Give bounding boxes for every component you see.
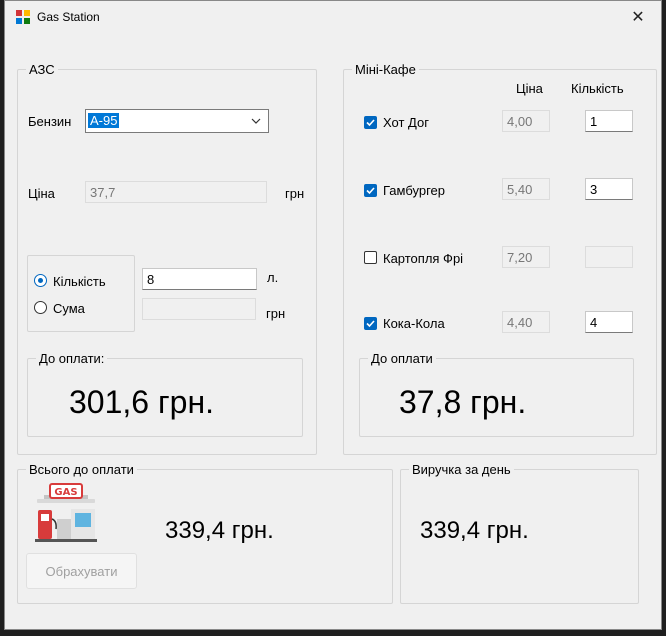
app-icon — [16, 10, 30, 24]
qty-input[interactable]: 8 — [142, 268, 257, 290]
window-title: Gas Station — [37, 10, 100, 24]
gas-station-icon: GAS — [35, 483, 97, 542]
fuel-select[interactable]: А-95 — [85, 109, 269, 133]
azs-pay-legend: До оплати: — [36, 351, 108, 366]
fries-label[interactable]: Картопля Фрі — [383, 251, 463, 266]
chevron-down-icon — [251, 118, 261, 124]
sum-radio[interactable] — [34, 301, 47, 314]
fries-checkbox[interactable] — [364, 251, 377, 264]
check-icon — [366, 187, 375, 195]
fries-qty — [585, 246, 633, 268]
app-window: Gas Station ✕ АЗС Бензин А-95 Ціна 37,7 … — [4, 0, 662, 630]
total-value: 339,4 грн. — [165, 517, 274, 544]
check-icon — [366, 320, 375, 328]
total-legend: Всього до оплати — [26, 462, 137, 477]
cola-label[interactable]: Кока-Кола — [383, 316, 445, 331]
mode-group — [27, 255, 135, 332]
fuel-label: Бензин — [28, 114, 72, 129]
gas-sign-text: GAS — [54, 487, 77, 498]
hotdog-price: 4,00 — [502, 110, 550, 132]
close-button[interactable]: ✕ — [615, 1, 661, 33]
calculate-button-label: Обрахувати — [45, 563, 118, 579]
cafe-pay-legend: До оплати — [368, 351, 436, 366]
azs-pay-value: 301,6 грн. — [69, 384, 214, 420]
price-label: Ціна — [28, 186, 55, 201]
hotdog-checkbox[interactable] — [364, 116, 377, 129]
title-bar: Gas Station ✕ — [5, 1, 661, 33]
cola-qty[interactable]: 4 — [585, 311, 633, 333]
sum-input — [142, 298, 256, 320]
cola-price: 4,40 — [502, 311, 550, 333]
hotdog-label[interactable]: Хот Дог — [383, 115, 429, 130]
azs-legend: АЗС — [26, 62, 58, 77]
calculate-button[interactable]: Обрахувати — [26, 553, 137, 589]
cafe-qty-header: Кількість — [571, 81, 624, 96]
sum-radio-label[interactable]: Сума — [53, 301, 85, 316]
sum-unit: грн — [266, 306, 286, 321]
hamburger-price: 5,40 — [502, 178, 550, 200]
cafe-legend: Міні-Кафе — [352, 62, 419, 77]
hamburger-label[interactable]: Гамбургер — [383, 183, 445, 198]
hamburger-qty[interactable]: 3 — [585, 178, 633, 200]
fuel-selected-value: А-95 — [88, 113, 120, 128]
price-field: 37,7 — [85, 181, 267, 203]
hotdog-qty[interactable]: 1 — [585, 110, 633, 132]
cola-checkbox[interactable] — [364, 317, 377, 330]
revenue-value: 339,4 грн. — [420, 517, 529, 544]
check-icon — [366, 119, 375, 127]
hamburger-checkbox[interactable] — [364, 184, 377, 197]
revenue-legend: Виручка за день — [409, 462, 514, 477]
qty-radio[interactable] — [34, 274, 47, 287]
qty-unit: л. — [267, 270, 279, 285]
cafe-pay-value: 37,8 грн. — [399, 384, 527, 420]
close-icon: ✕ — [631, 9, 645, 26]
fries-price: 7,20 — [502, 246, 550, 268]
qty-radio-label[interactable]: Кількість — [53, 274, 106, 289]
price-unit: грн — [285, 186, 305, 201]
cafe-price-header: Ціна — [516, 81, 543, 96]
